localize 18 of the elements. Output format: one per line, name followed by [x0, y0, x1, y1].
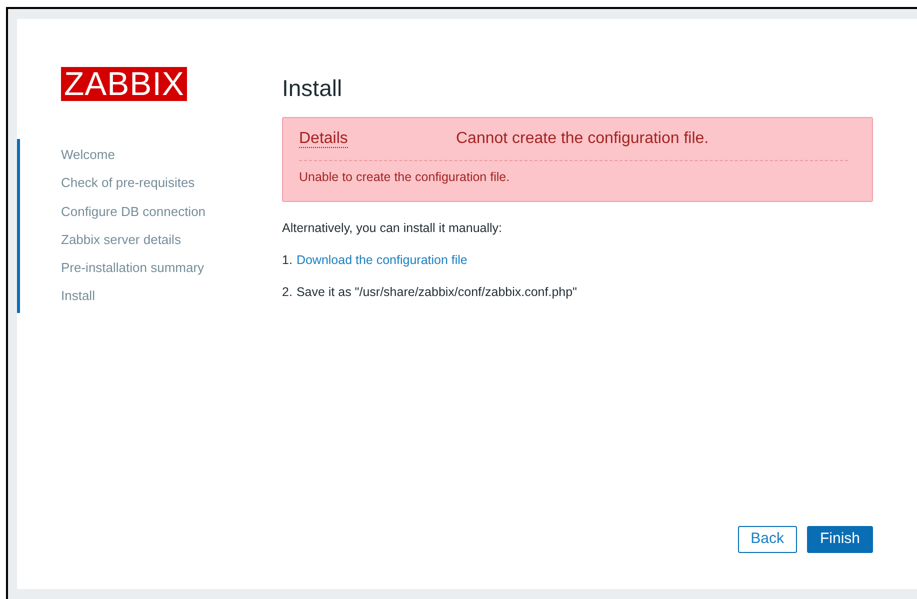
step-number: 1. — [282, 252, 292, 269]
step-item: Welcome — [61, 146, 115, 164]
instruction-text: Save it as "/usr/share/zabbix/conf/zabbix.conf.php" — [296, 284, 577, 301]
finish-button[interactable]: Finish — [806, 526, 873, 553]
step-item: Zabbix server details — [61, 230, 181, 249]
intro-text: Alternatively, you can install it manually: — [282, 220, 504, 238]
step-item: Check of pre-requisites — [61, 174, 195, 192]
error-message: Cannot create the configuration file. — [456, 128, 709, 148]
step-item: Pre-installation summary — [61, 259, 204, 278]
step-item: Configure DB connection — [61, 202, 206, 221]
details-link[interactable]: Details — [299, 130, 348, 148]
page-title: Install — [282, 74, 344, 103]
step-item: Install — [61, 287, 95, 306]
error-detail: Unable to create the configuration file. — [299, 168, 511, 186]
step-number: 2. — [282, 284, 292, 301]
download-link[interactable]: Download the configuration file — [296, 251, 468, 270]
zabbix-logo: ZABBIX — [61, 67, 188, 101]
back-button[interactable]: Back — [738, 526, 797, 553]
